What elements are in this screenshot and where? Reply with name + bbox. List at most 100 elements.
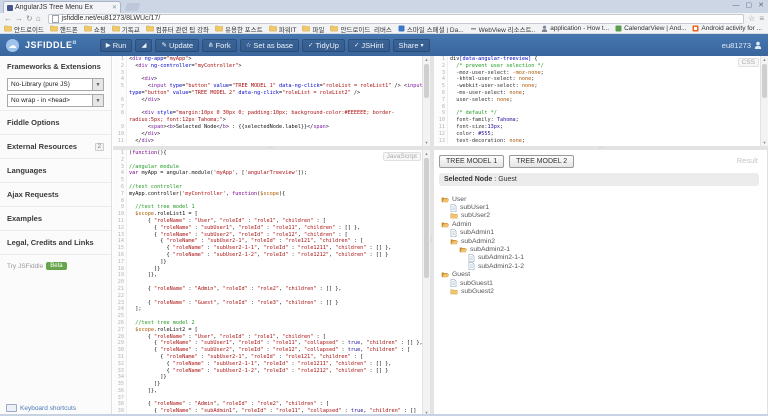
tree-model-1-button[interactable]: TREE MODEL 1 <box>439 155 504 168</box>
code-line[interactable]: 24 ]; <box>113 306 423 313</box>
run-button[interactable]: ▶Run <box>100 39 133 52</box>
code-line[interactable]: 27 $scope.roleList2 = [ <box>113 327 423 334</box>
code-line[interactable]: 37 <box>113 395 423 402</box>
code-line[interactable]: 3 <box>113 70 423 77</box>
tree-node-label[interactable]: Guest <box>452 271 470 278</box>
code-line[interactable]: 11 { "roleName" : "User", "roleId" : "ro… <box>113 218 423 225</box>
scroll-thumb[interactable] <box>762 64 767 98</box>
tree-node-label[interactable]: subAdmin2 <box>461 238 495 245</box>
tip-badge[interactable]: Beta <box>46 262 66 270</box>
code-line[interactable]: 5 -webkit-user-select: none; <box>434 83 761 90</box>
tree-node-subUser2[interactable]: subUser2 <box>439 212 759 220</box>
code-line[interactable]: 3//angular module <box>113 164 423 171</box>
stats-button[interactable]: ◢ <box>135 39 152 52</box>
code-line[interactable]: 28 { "roleName" : "User", "roleId" : "ro… <box>113 334 423 341</box>
scroll-down-icon[interactable]: ▼ <box>761 139 768 146</box>
code-line[interactable]: 11 font-size:13px; <box>434 124 761 131</box>
code-line[interactable]: 17 ]} <box>113 259 423 266</box>
tree-node-Guest[interactable]: Guest <box>439 271 759 279</box>
tree-node-label[interactable]: subAdmin2-1-1 <box>478 254 524 261</box>
close-icon[interactable]: ✕ <box>758 1 764 10</box>
bookmark-item[interactable]: WebView 리소스트.. <box>470 24 536 34</box>
file-icon[interactable] <box>450 229 457 237</box>
bookmark-item[interactable]: 핸드폰 <box>50 24 78 34</box>
code-line[interactable]: 20 <box>113 279 423 286</box>
bookmark-star-icon[interactable]: ☆ <box>748 14 755 23</box>
scroll-up-icon[interactable]: ▲ <box>423 56 430 63</box>
css-scrollbar[interactable]: ▲ ▼ <box>760 56 768 146</box>
folder-open-icon[interactable] <box>441 271 449 278</box>
jsfiddle-logo-icon[interactable]: ☁ <box>6 39 19 52</box>
set-as-base-button[interactable]: ☆Set as base <box>240 39 299 52</box>
scroll-thumb[interactable] <box>424 158 429 278</box>
code-line[interactable]: 8 <div style="margin:10px 0 30px 0; padd… <box>113 110 423 124</box>
tab-close-icon[interactable]: ✕ <box>112 5 117 11</box>
folder-open-icon[interactable] <box>441 221 449 228</box>
bookmark-item[interactable]: 안드로이드 <box>4 24 44 34</box>
browser-tab[interactable]: AngularJS Tree Menu Ex ✕ <box>3 1 121 13</box>
wrap-select[interactable]: No wrap - in <head> ▼ <box>7 94 104 107</box>
address-bar[interactable]: jsfiddle.net/eu81273/8LWUc/17/ <box>48 14 745 24</box>
file-icon[interactable] <box>450 204 457 212</box>
bookmark-item[interactable]: 컴퓨터 관련 팁 강좌 <box>146 24 209 34</box>
jsfiddle-logo-text[interactable]: JSFIDDLEα <box>25 40 77 50</box>
bookmark-item[interactable]: 파일 <box>302 24 324 34</box>
code-line[interactable]: 34 ]} <box>113 374 423 381</box>
tree-node-subAdmin2-1[interactable]: subAdmin2-1 <box>439 245 759 253</box>
code-line[interactable]: 29 { "roleName" : "subUser1", "roleId" :… <box>113 340 423 347</box>
code-line[interactable]: 6//test controller <box>113 184 423 191</box>
sidebar-item-ajax-requests[interactable]: Ajax Requests <box>0 182 111 206</box>
sidebar-item-languages[interactable]: Languages <box>0 158 111 182</box>
code-line[interactable]: 30 { "roleName" : "subUser2", "roleId" :… <box>113 347 423 354</box>
sidebar-item-examples[interactable]: Examples <box>0 206 111 230</box>
scroll-thumb[interactable] <box>424 64 429 98</box>
tree-node-label[interactable]: subGuest2 <box>461 288 494 295</box>
sidebar-item-external-resources[interactable]: External Resources2 <box>0 134 111 158</box>
sidebar-item-legal-credits-and-links[interactable]: Legal, Credits and Links <box>0 230 111 254</box>
jshint-button[interactable]: ✓JSHint <box>348 39 390 52</box>
code-line[interactable]: 2 <box>113 157 423 164</box>
code-line[interactable]: 8 <box>113 198 423 205</box>
bookmark-item[interactable]: 기독교 <box>112 24 140 34</box>
html-scrollbar[interactable]: ▲ ▼ <box>422 56 430 146</box>
code-line[interactable]: 9 //test tree model 1 <box>113 204 423 211</box>
code-line[interactable]: 5 <box>113 177 423 184</box>
bookmark-item[interactable]: 파워IT <box>269 24 297 34</box>
maximize-icon[interactable]: ▢ <box>746 1 753 10</box>
js-editor-panel[interactable]: JavaScript 1(function(){2 3//angular mod… <box>113 150 430 416</box>
bookmark-item[interactable]: CalendarView | And... <box>615 25 686 32</box>
code-line[interactable]: 10 font-family: Tahoma; <box>434 117 761 124</box>
tree-node-subGuest2[interactable]: subGuest2 <box>439 287 759 295</box>
code-line[interactable]: 5 <input type="button" value="TREE MODEL… <box>113 83 423 97</box>
code-line[interactable]: 14 { "roleName" : "subUser2-1", "roleId"… <box>113 238 423 245</box>
reload-icon[interactable]: ↻ <box>26 14 33 23</box>
minimize-icon[interactable]: — <box>733 1 740 10</box>
menu-icon[interactable]: ≡ <box>759 14 764 23</box>
code-line[interactable]: 12 color: #555; <box>434 131 761 138</box>
tree-node-subAdmin2-1-2[interactable]: subAdmin2-1-2 <box>439 262 759 270</box>
tree-node-subAdmin2[interactable]: subAdmin2 <box>439 237 759 245</box>
tree-node-label[interactable]: subAdmin2-1 <box>470 246 510 253</box>
code-line[interactable]: 23 { "roleName" : "Guest", "roleId" : "r… <box>113 300 423 307</box>
js-scrollbar[interactable]: ▲ ▼ <box>422 150 430 416</box>
code-line[interactable]: 36 ]}, <box>113 388 423 395</box>
share-button[interactable]: Share▾ <box>393 39 430 52</box>
code-line[interactable]: 15 { "roleName" : "subUser2-1-1", "roleI… <box>113 245 423 252</box>
code-line[interactable]: 21 { "roleName" : "Admin", "roleId" : "r… <box>113 286 423 293</box>
code-line[interactable]: 25 <box>113 313 423 320</box>
tree-node-label[interactable]: subUser2 <box>461 212 490 219</box>
code-line[interactable]: 1div[data-angular-treeview] { <box>434 56 761 63</box>
scroll-up-icon[interactable]: ▲ <box>423 150 430 157</box>
file-icon[interactable] <box>468 254 475 262</box>
code-line[interactable]: 7 <box>113 104 423 111</box>
code-line[interactable]: 10 $scope.roleList1 = [ <box>113 211 423 218</box>
tree-node-label[interactable]: subAdmin1 <box>460 229 494 236</box>
tip-label[interactable]: Try JSFiddle <box>7 263 43 270</box>
bookmark-item[interactable]: 유용한 포스트 <box>215 24 263 34</box>
code-line[interactable]: 8 <box>434 104 761 111</box>
code-line[interactable]: 22 <box>113 293 423 300</box>
bookmark-item[interactable]: Android activity for ... <box>692 25 762 32</box>
code-line[interactable]: 13 { "roleName" : "subUser2", "roleId" :… <box>113 232 423 239</box>
file-icon[interactable] <box>468 262 475 270</box>
fork-button[interactable]: ⋔Fork <box>202 39 236 52</box>
